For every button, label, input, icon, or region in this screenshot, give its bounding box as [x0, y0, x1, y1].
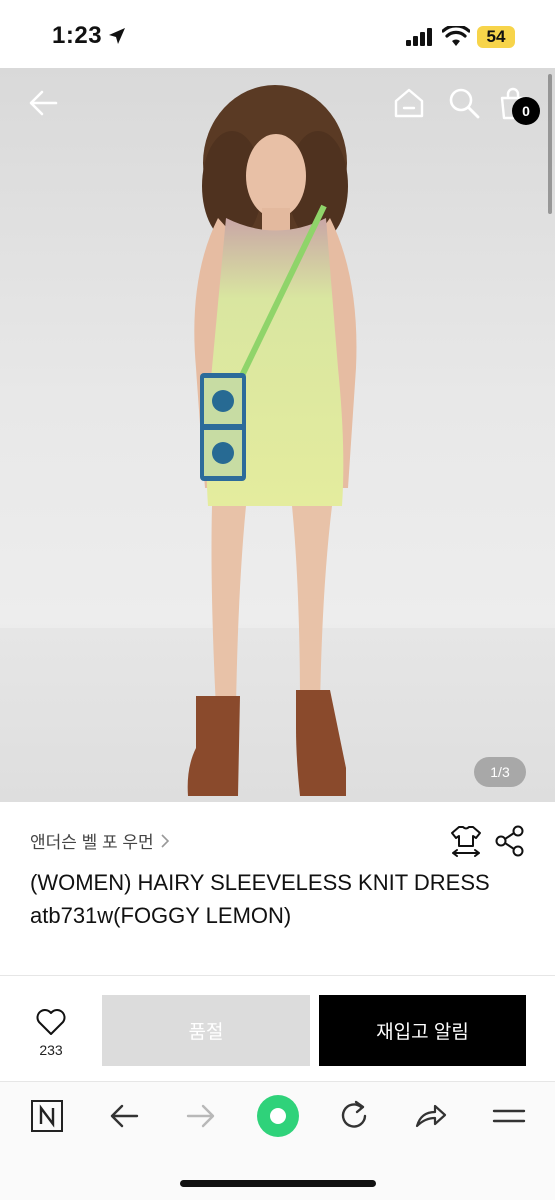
back-arrow-icon[interactable]	[26, 86, 60, 120]
like-count: 233	[39, 1042, 63, 1058]
like-button[interactable]: 233	[26, 1008, 76, 1058]
soldout-button[interactable]: 품절	[102, 995, 310, 1066]
cellular-signal-icon	[406, 28, 432, 46]
browser-share-icon[interactable]	[413, 1098, 449, 1134]
wifi-icon	[442, 26, 470, 46]
menu-icon[interactable]	[491, 1098, 527, 1134]
browser-forward-icon[interactable]	[183, 1098, 219, 1134]
brand-link[interactable]: 앤더슨 벨 포 우먼	[30, 828, 170, 853]
status-bar: 1:23 54	[0, 0, 555, 68]
heart-icon	[36, 1009, 66, 1035]
status-time: 1:23	[52, 22, 103, 49]
scrollbar-thumb[interactable]	[548, 74, 552, 214]
green-dot-icon[interactable]	[256, 1094, 300, 1138]
divider	[0, 975, 555, 976]
image-page-indicator: 1/3	[474, 757, 526, 787]
share-icon[interactable]	[494, 824, 526, 858]
brand-name: 앤더슨 벨 포 우먼	[30, 833, 154, 852]
browser-back-icon[interactable]	[106, 1098, 142, 1134]
chevron-right-icon	[161, 833, 169, 848]
product-photo	[0, 85, 555, 802]
naver-n-icon[interactable]	[29, 1098, 65, 1134]
reload-icon[interactable]	[336, 1098, 372, 1134]
home-icon[interactable]	[392, 86, 426, 120]
home-indicator[interactable]	[180, 1180, 376, 1187]
product-image-carousel[interactable]: 0 1/3	[0, 68, 555, 802]
battery-indicator: 54	[477, 26, 515, 48]
size-guide-icon[interactable]	[449, 824, 483, 858]
product-title: (WOMEN) HAIRY SLEEVELESS KNIT DRESS atb7…	[30, 870, 490, 928]
search-icon[interactable]	[447, 86, 481, 120]
restock-alert-button[interactable]: 재입고 알림	[319, 995, 526, 1066]
location-arrow-icon	[109, 28, 125, 44]
cart-count-badge: 0	[512, 97, 540, 125]
